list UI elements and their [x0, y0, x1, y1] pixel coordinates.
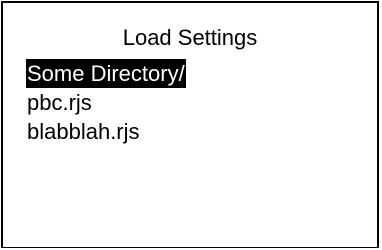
- list-item-label: Some Directory/: [26, 59, 186, 88]
- list-item-some-directory[interactable]: Some Directory/: [26, 59, 186, 88]
- list-item-label: pbc.rjs: [27, 90, 92, 115]
- list-item-label: blabblah.rjs: [27, 119, 140, 144]
- file-list: Some Directory/ pbc.rjs blabblah.rjs: [26, 59, 186, 146]
- dialog-title: Load Settings: [122, 25, 258, 50]
- list-item-blabblah-rjs[interactable]: blabblah.rjs: [26, 117, 186, 146]
- list-item-pbc-rjs[interactable]: pbc.rjs: [26, 88, 186, 117]
- load-settings-dialog: Load Settings Some Directory/ pbc.rjs bl…: [1, 1, 379, 248]
